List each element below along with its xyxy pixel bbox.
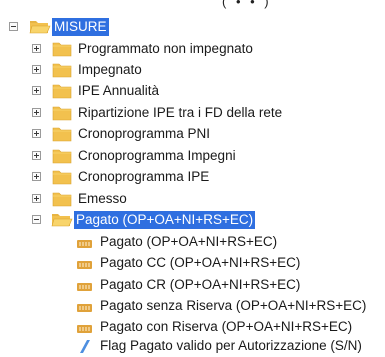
flag-attribute-icon <box>78 339 92 357</box>
folder-open-icon <box>29 18 51 38</box>
tree-measure-pagato-senza-riserva[interactable]: Pagato senza Riserva (OP+OA+NI+RS+EC) <box>0 296 385 316</box>
tree-measure-pagato-cr[interactable]: Pagato CR (OP+OA+NI+RS+EC) <box>0 275 385 295</box>
tree-folder-cronoprogramma-ipe[interactable]: Cronoprogramma IPE <box>0 167 385 187</box>
tree-measure-pagato-cc[interactable]: Pagato CC (OP+OA+NI+RS+EC) <box>0 253 385 273</box>
folder-icon <box>52 169 72 188</box>
tree-folder-ipe-annualita[interactable]: IPE Annualità <box>0 81 385 101</box>
measure-icon <box>77 280 93 295</box>
expand-icon[interactable] <box>32 129 41 138</box>
tree-folder-cronoprogramma-impegni[interactable]: Cronoprogramma Impegni <box>0 146 385 166</box>
folder-icon <box>52 62 72 81</box>
folder-icon <box>52 126 72 145</box>
tree-measure-pagato[interactable]: Pagato (OP+OA+NI+RS+EC) <box>0 232 385 252</box>
tree-folder-label: Cronoprogramma IPE <box>78 169 210 184</box>
tree-measure-label: Pagato con Riserva (OP+OA+NI+RS+EC) <box>100 319 353 334</box>
expand-icon[interactable] <box>32 172 41 181</box>
tree-folder-programmato[interactable]: Programmato non impegnato <box>0 39 385 59</box>
folder-icon <box>52 105 72 124</box>
collapse-icon[interactable] <box>9 22 18 31</box>
folder-open-icon <box>51 211 73 231</box>
tree-folder-pagato[interactable]: Pagato (OP+OA+NI+RS+EC) <box>0 210 385 230</box>
expand-icon[interactable] <box>32 86 41 95</box>
tree-folder-cronoprogramma-pni[interactable]: Cronoprogramma PNI <box>0 124 385 144</box>
folder-icon <box>52 83 72 102</box>
tree-root-label: MISURE <box>52 18 109 36</box>
measure-icon <box>77 237 93 252</box>
tree-root-misure[interactable]: MISURE <box>0 17 385 37</box>
expand-icon[interactable] <box>32 108 41 117</box>
folder-icon <box>52 41 72 60</box>
tree-measure-label: Pagato (OP+OA+NI+RS+EC) <box>100 234 278 249</box>
tree-attribute-flag-pagato[interactable]: Flag Pagato valido per Autorizzazione (S… <box>0 336 385 356</box>
measure-icon <box>77 258 93 273</box>
expand-icon[interactable] <box>32 65 41 74</box>
measure-icon <box>77 322 93 337</box>
folder-icon <box>52 191 72 210</box>
tree-folder-emesso[interactable]: Emesso <box>0 189 385 209</box>
expand-icon[interactable] <box>32 151 41 160</box>
tree-folder-label: Cronoprogramma Impegni <box>78 148 236 163</box>
tree-folder-ripartizione[interactable]: Ripartizione IPE tra i FD della rete <box>0 103 385 123</box>
expand-icon[interactable] <box>32 194 41 203</box>
tree-folder-label: Emesso <box>78 191 127 206</box>
collapse-icon[interactable] <box>32 215 41 224</box>
measure-icon <box>77 301 93 316</box>
tree-measure-label: Pagato senza Riserva (OP+OA+NI+RS+EC) <box>100 298 367 313</box>
tree-folder-label: Pagato (OP+OA+NI+RS+EC) <box>74 211 256 229</box>
tree-folder-impegnato[interactable]: Impegnato <box>0 60 385 80</box>
tree-folder-label: IPE Annualità <box>78 83 160 98</box>
tree-folder-label: Ripartizione IPE tra i FD della rete <box>78 105 283 120</box>
tree-folder-label: Impegnato <box>78 62 142 77</box>
tree-folder-label: Programmato non impegnato <box>78 41 253 56</box>
expand-icon[interactable] <box>32 44 41 53</box>
tree-folder-label: Cronoprogramma PNI <box>78 126 211 141</box>
clipped-top-text: ( • • ) <box>222 0 272 9</box>
folder-icon <box>52 148 72 167</box>
tree-measure-label: Pagato CC (OP+OA+NI+RS+EC) <box>100 255 301 270</box>
measures-tree: ( • • ) MISURE Programmato non impegnato… <box>0 0 385 356</box>
tree-measure-label: Flag Pagato valido per Autorizzazione (S… <box>100 338 362 353</box>
tree-measure-label: Pagato CR (OP+OA+NI+RS+EC) <box>100 277 301 292</box>
tree-measure-pagato-con-riserva[interactable]: Pagato con Riserva (OP+OA+NI+RS+EC) <box>0 317 385 337</box>
